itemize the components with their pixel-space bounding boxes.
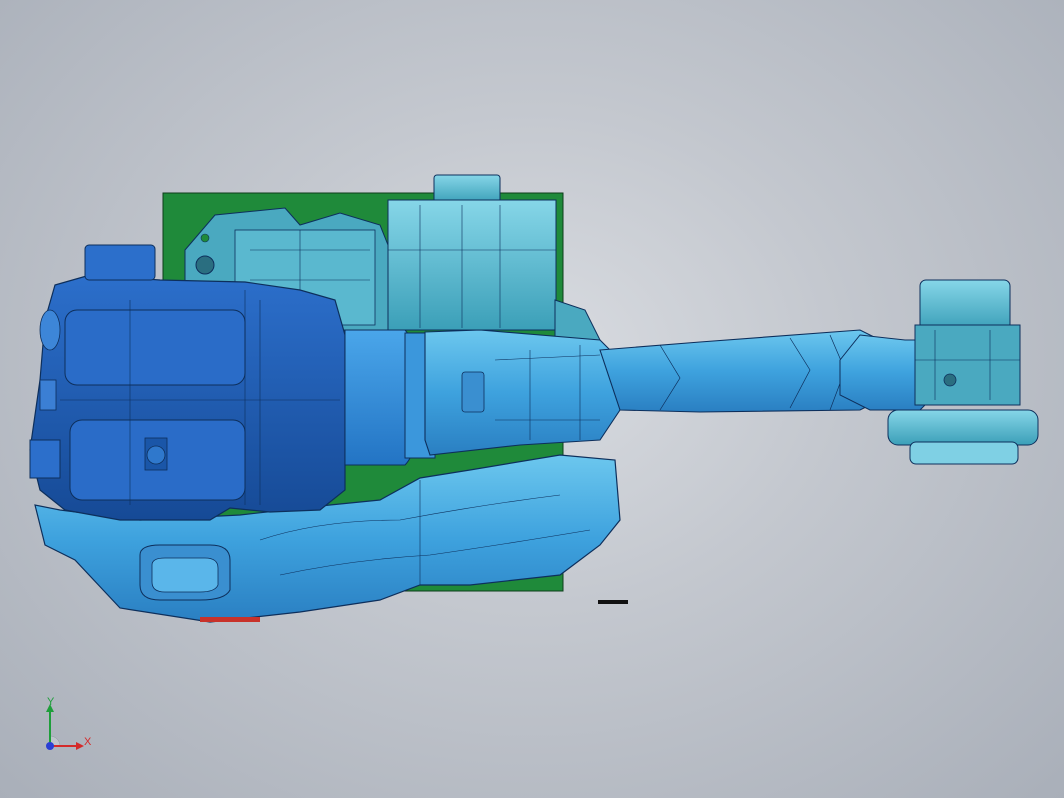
motor-cylinder-upper [64, 309, 246, 386]
graphics-viewport[interactable]: X Y [0, 0, 1064, 798]
triad-y-label: Y [47, 696, 55, 708]
forearm-bolt [461, 371, 485, 413]
motor-side-box [29, 439, 61, 479]
frame-hole [195, 255, 215, 275]
base-handle-hole [151, 557, 219, 593]
sketch-marker [598, 600, 628, 604]
frame-bolt [200, 233, 210, 243]
tool-flange-face [909, 441, 1019, 465]
tool-flange [887, 409, 1039, 446]
top-connector [84, 244, 156, 281]
top-motor-cap [433, 174, 501, 204]
reference-triad: X Y [38, 696, 108, 766]
triad-x-label: X [84, 736, 92, 748]
junction-knob [146, 445, 166, 465]
wrist-housing [914, 324, 1021, 406]
top-motor-body [387, 199, 557, 331]
motor-end-cap [39, 309, 61, 351]
wrist-motor [919, 279, 1011, 331]
forearm-housing [424, 329, 621, 456]
arm-tube [599, 329, 881, 413]
base-red-marking [200, 617, 260, 622]
motor-side-port [39, 379, 57, 411]
robot-arm-model[interactable] [0, 0, 1064, 798]
wrist-pin [943, 373, 957, 387]
